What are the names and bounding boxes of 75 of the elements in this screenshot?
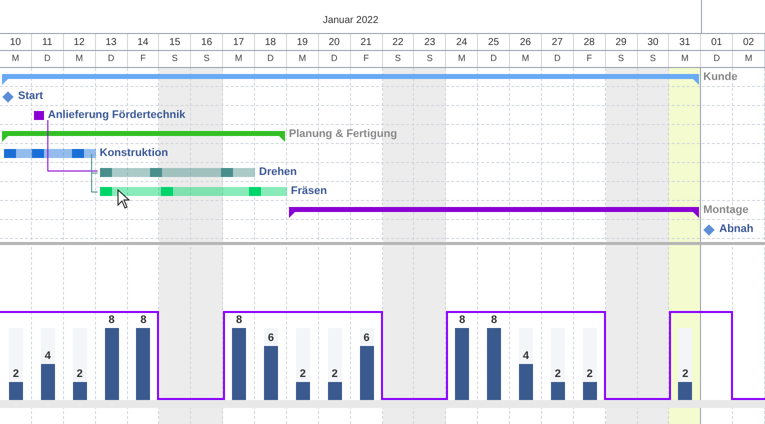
weekday-label: F xyxy=(574,51,606,67)
day-number: 18 xyxy=(255,34,287,50)
task-label: Kunde xyxy=(703,70,738,86)
bar-value-label: 2 xyxy=(554,367,562,381)
task-label: Abnah xyxy=(719,222,754,238)
day-number: 20 xyxy=(318,34,351,50)
day-number: 25 xyxy=(478,34,510,50)
bar-value-label: 2 xyxy=(330,367,339,381)
bar-value-label: 6 xyxy=(362,331,371,345)
day-number: 14 xyxy=(128,34,160,50)
bar-value-label: 4 xyxy=(44,349,52,363)
weekday-label: S xyxy=(191,51,224,67)
day-number: 10 xyxy=(0,34,32,50)
weekday-label: F xyxy=(350,51,382,67)
weekday-label: S xyxy=(382,51,414,67)
task-label: Anlieferung Fördertechnik xyxy=(48,108,186,124)
day-number: 28 xyxy=(574,34,606,50)
day-number: 30 xyxy=(638,34,670,50)
bar-value-label: 8 xyxy=(235,313,244,327)
weekday-label: M xyxy=(0,51,32,67)
weekday-label: D xyxy=(478,51,510,67)
weekday-label: D xyxy=(96,51,128,67)
bar-value-label: 4 xyxy=(522,349,530,363)
task-label: Montage xyxy=(703,203,748,218)
day-number: 23 xyxy=(414,34,446,50)
task-label: Konstruktion xyxy=(100,146,168,162)
weekday-label: M xyxy=(446,51,478,67)
task-label: Fräsen xyxy=(290,184,327,200)
weekday-label: M xyxy=(733,51,765,67)
weekday-label: S xyxy=(606,51,638,67)
day-number: 22 xyxy=(382,34,414,50)
day-number: 17 xyxy=(223,34,255,50)
weekday-label: M xyxy=(223,51,255,67)
task-label: Planung & Fertigung xyxy=(288,127,398,142)
day-number: 31 xyxy=(669,34,702,50)
month-label: Januar 2022 xyxy=(322,14,380,28)
day-number: 16 xyxy=(191,34,224,50)
day-number: 19 xyxy=(286,34,319,50)
weekday-label: M xyxy=(286,51,319,67)
weekday-label: D xyxy=(701,51,734,67)
bar-value-label: 8 xyxy=(108,313,116,327)
weekday-label: D xyxy=(318,51,351,67)
bar-value-label: 2 xyxy=(12,367,20,381)
bar-value-label: 8 xyxy=(139,313,148,327)
mouse-pointer-icon xyxy=(118,188,130,209)
bar-value-label: 8 xyxy=(458,313,466,327)
day-number: 02 xyxy=(733,34,765,50)
bar-value-label: 2 xyxy=(586,367,594,381)
task-label: Start xyxy=(18,89,44,104)
day-number: 01 xyxy=(701,34,734,50)
day-number: 24 xyxy=(446,34,478,50)
bar-value-label: 2 xyxy=(76,367,84,381)
day-number: 11 xyxy=(32,34,64,50)
weekday-label: S xyxy=(414,51,446,67)
day-number: 13 xyxy=(96,34,128,50)
day-number: 12 xyxy=(64,34,96,50)
day-number: 21 xyxy=(350,34,382,50)
weekday-label: S xyxy=(638,51,670,67)
weekday-label: D xyxy=(255,51,287,67)
bar-value-label: 2 xyxy=(681,367,690,381)
day-number: 29 xyxy=(606,34,638,50)
bar-value-label: 6 xyxy=(266,331,275,345)
weekday-label: M xyxy=(64,51,96,67)
day-number: 27 xyxy=(542,34,574,50)
bar-value-label: 8 xyxy=(490,313,498,327)
day-number: 26 xyxy=(510,34,542,50)
weekday-label: S xyxy=(159,51,192,67)
bar-value-label: 2 xyxy=(298,367,307,381)
weekday-label: M xyxy=(510,51,542,67)
weekday-label: D xyxy=(32,51,64,67)
weekday-label: D xyxy=(542,51,574,67)
day-number: 15 xyxy=(159,34,192,50)
weekday-label: M xyxy=(669,51,702,67)
weekday-label: F xyxy=(128,51,160,67)
task-label: Drehen xyxy=(259,165,297,180)
